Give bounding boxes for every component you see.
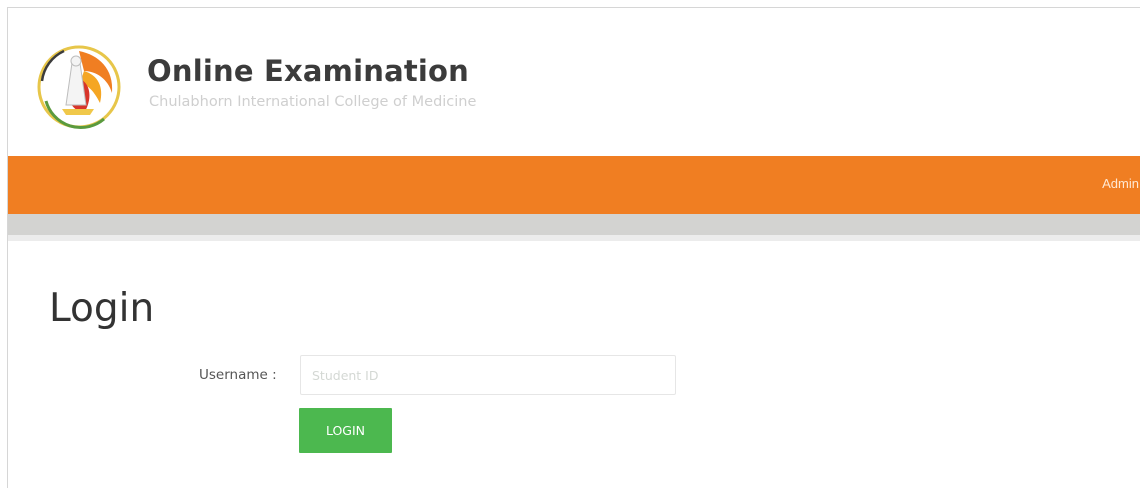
username-label: Username : <box>199 367 277 383</box>
page-title: Login <box>49 286 155 331</box>
site-subtitle: Chulabhorn International College of Medi… <box>149 94 477 110</box>
login-button[interactable]: LOGIN <box>299 408 392 453</box>
page-frame: Online Examination Chulabhorn Internatio… <box>7 7 1140 488</box>
divider <box>8 235 1140 241</box>
site-title: Online Examination <box>147 54 470 88</box>
navbar-shadow-bar <box>8 214 1140 235</box>
username-input[interactable] <box>300 355 676 395</box>
college-seal-logo <box>37 45 121 130</box>
admin-link[interactable]: Admin <box>1102 176 1139 191</box>
top-navbar: Admin <box>8 156 1140 214</box>
site-header: Online Examination Chulabhorn Internatio… <box>8 8 1140 156</box>
